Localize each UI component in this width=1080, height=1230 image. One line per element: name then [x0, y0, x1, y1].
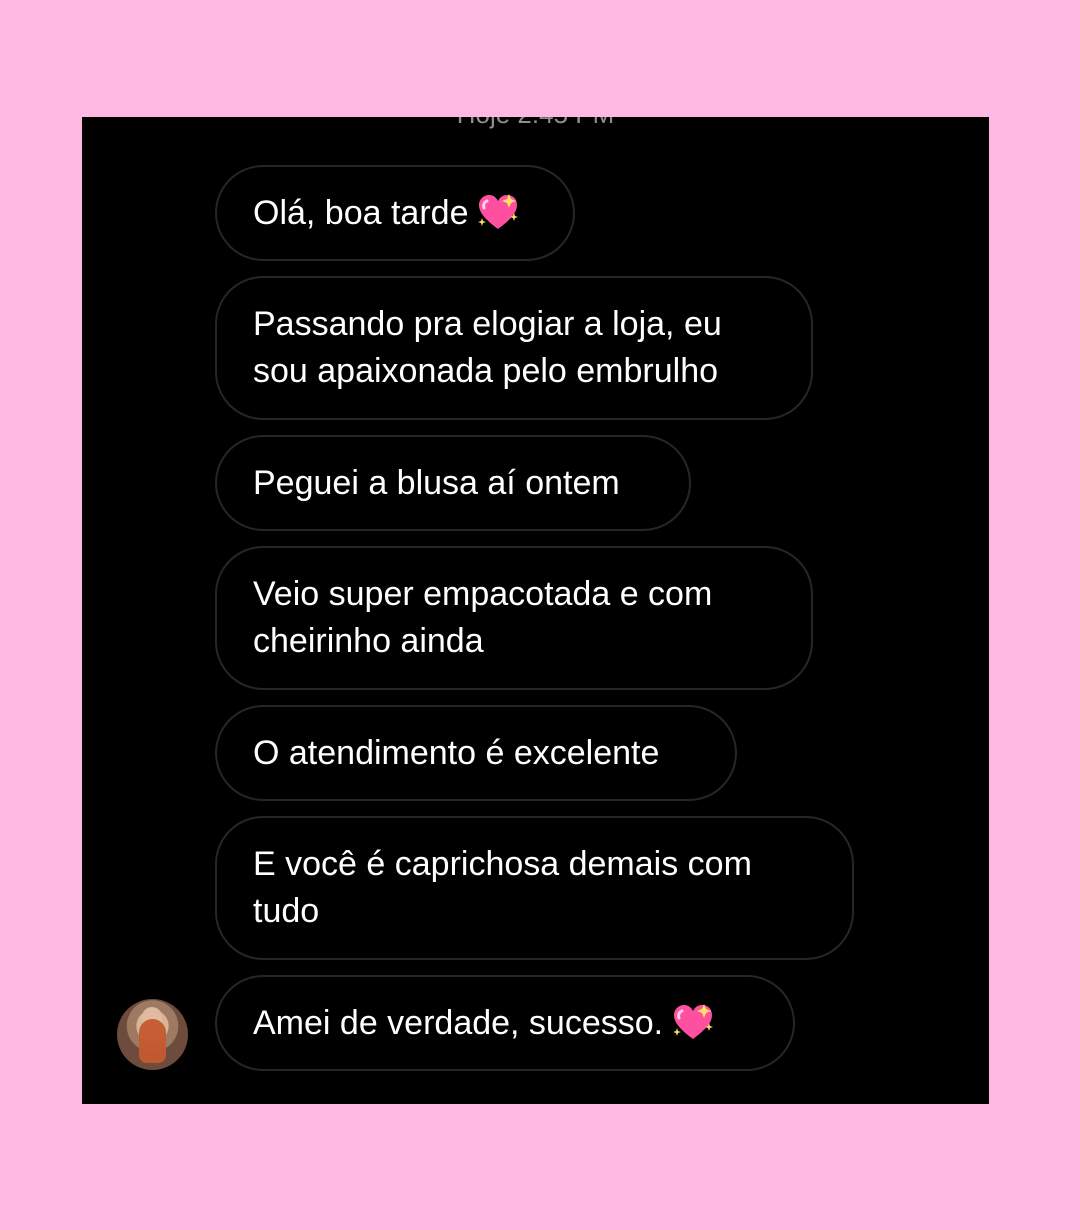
message-bubble[interactable]: Peguei a blusa aí ontem: [215, 435, 691, 531]
message-bubble[interactable]: E você é caprichosa demais com tudo: [215, 816, 854, 960]
message-text: O atendimento é excelente: [253, 733, 660, 772]
message-text: Amei de verdade, sucesso.: [253, 1003, 664, 1042]
sender-avatar[interactable]: [117, 999, 188, 1070]
message-text: E você é caprichosa demais com tudo: [253, 845, 752, 930]
message-text: Veio super empacotada e com cheirinho ai…: [253, 575, 713, 660]
conversation-timestamp: Hoje 2:45 PM: [82, 117, 989, 129]
avatar-figure: [139, 1019, 166, 1063]
message-text: Passando pra elogiar a loja, eu sou apai…: [253, 305, 722, 390]
message-bubble[interactable]: Veio super empacotada e com cheirinho ai…: [215, 546, 813, 690]
message-text: Olá, boa tarde: [253, 193, 469, 232]
chat-panel: Hoje 2:45 PM Olá, boa tarde Passando pra…: [82, 117, 989, 1104]
message-bubble[interactable]: Amei de verdade, sucesso.: [215, 975, 795, 1071]
sparkling-heart-icon: [476, 193, 520, 233]
message-bubble[interactable]: O atendimento é excelente: [215, 705, 737, 801]
message-text: Peguei a blusa aí ontem: [253, 463, 620, 502]
sparkling-heart-icon: [671, 1003, 715, 1043]
message-bubble[interactable]: Passando pra elogiar a loja, eu sou apai…: [215, 276, 813, 420]
message-bubble[interactable]: Olá, boa tarde: [215, 165, 575, 261]
